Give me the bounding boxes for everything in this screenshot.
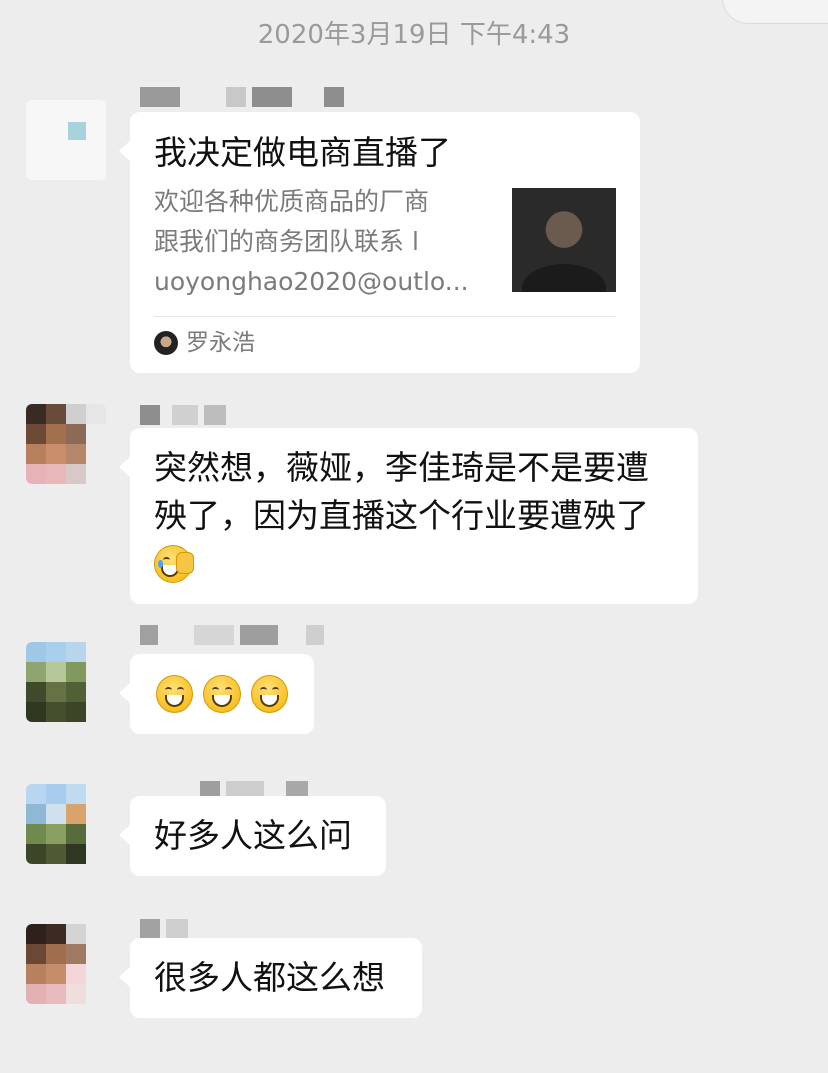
sender-name-blurred	[140, 404, 226, 426]
source-avatar-icon	[154, 331, 178, 355]
avatar[interactable]	[26, 404, 106, 484]
sender-name-blurred	[140, 624, 324, 646]
card-divider	[154, 316, 616, 317]
avatar[interactable]	[26, 100, 106, 180]
card-desc-line: 跟我们的商务团队联系 l	[154, 227, 419, 256]
message-text-line: 突然想，薇娅，李佳琦是不是要遭	[154, 448, 649, 487]
card-title: 我决定做电商直播了	[154, 133, 451, 172]
message-bubble[interactable]	[119, 654, 314, 734]
message-text-line: 殃了，因为直播这个行业要遭殃了	[154, 496, 649, 535]
avatar[interactable]	[26, 924, 106, 1004]
card-desc-line: uoyonghao2020@outlo...	[154, 267, 469, 296]
card-thumbnail-photo	[512, 188, 616, 292]
avatar[interactable]	[26, 784, 106, 864]
message-bubble[interactable]: 很多人都这么想	[119, 938, 422, 1018]
message-bubble[interactable]: 好多人这么问	[119, 796, 386, 876]
card-desc-line: 欢迎各种优质商品的厂商	[154, 187, 430, 216]
card-source: 罗永浩	[154, 327, 616, 359]
sender-name-blurred	[140, 918, 188, 940]
grinning-face-emoji-icon	[203, 675, 241, 713]
message-text-line: 很多人都这么想	[154, 958, 385, 997]
facepalm-emoji-icon	[154, 545, 194, 583]
emoji-row	[156, 670, 288, 718]
chat-timestamp: 2020年3月19日 下午4:43	[257, 20, 571, 50]
sender-name-blurred	[140, 86, 344, 108]
card-body: 欢迎各种优质商品的厂商 跟我们的商务团队联系 l uoyonghao2020@o…	[154, 182, 616, 302]
card-source-name: 罗永浩	[186, 330, 255, 356]
avatar[interactable]	[26, 642, 106, 722]
link-card-bubble[interactable]: 我决定做电商直播了 欢迎各种优质商品的厂商 跟我们的商务团队联系 l uoyon…	[119, 112, 640, 373]
message-text-line: 好多人这么问	[154, 816, 352, 855]
grinning-face-emoji-icon	[250, 675, 288, 713]
grinning-face-emoji-icon	[156, 675, 194, 713]
emoji-row	[154, 540, 674, 588]
message-bubble[interactable]: 突然想，薇娅，李佳琦是不是要遭 殃了，因为直播这个行业要遭殃了	[119, 428, 698, 604]
card-description: 欢迎各种优质商品的厂商 跟我们的商务团队联系 l uoyonghao2020@o…	[154, 182, 486, 302]
